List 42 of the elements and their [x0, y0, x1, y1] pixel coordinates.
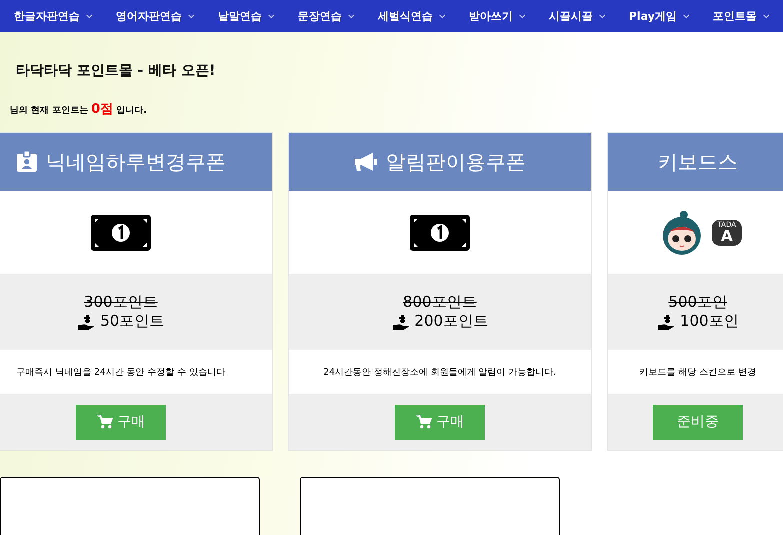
nav-menu-item[interactable]: 낱말연습 [218, 8, 275, 24]
nav-menu-item[interactable]: 포인트몰 [713, 8, 770, 24]
nav-menu-item[interactable]: 시끌시끌 [549, 8, 606, 24]
hand-dollar-icon [657, 314, 676, 330]
id-badge-icon [16, 151, 38, 173]
hand-dollar-icon [77, 314, 96, 330]
cart-icon [416, 415, 432, 429]
caret-icon [519, 14, 526, 18]
nav-menu-item[interactable]: 한글자판연습 [14, 8, 93, 24]
caret-icon [439, 14, 446, 18]
banknote-icon [91, 214, 151, 250]
nav-menu-item[interactable]: 받아쓰기 [469, 8, 526, 24]
nav-menu-item[interactable]: 영어자판연습 [116, 8, 195, 24]
caret-icon [268, 14, 275, 18]
original-price: 800포인트 [403, 293, 477, 312]
card-description: 구매즉시 닉네임을 24시간 동안 수정할 수 있습니다 [16, 366, 226, 378]
nav-menu-item[interactable]: 세벌식연습 [378, 8, 446, 24]
banknote-icon [410, 214, 470, 250]
original-price: 500포인 [668, 293, 728, 312]
caret-icon [599, 14, 606, 18]
caret-icon [348, 14, 355, 18]
nav-menu-item[interactable]: Play게임 [629, 8, 690, 24]
sale-price: 100포인 [680, 312, 739, 331]
hand-dollar-icon [392, 314, 410, 330]
card-description: 24시간동안 정해진장소에 회원들에게 알림이 가능합니다. [324, 366, 556, 378]
card-title: 키보드스 [658, 148, 738, 176]
caret-icon [763, 14, 770, 18]
nav-menu-item[interactable]: 문장연습 [298, 8, 355, 24]
caret-icon [86, 14, 93, 18]
cart-icon [96, 415, 112, 429]
sale-price: 200포인트 [414, 312, 488, 331]
card-title: 알림판이용쿠폰 [386, 148, 526, 176]
points-text: 님의 현재 포인트는 0점 입니다. [10, 101, 148, 118]
bubble-text: A [721, 228, 733, 244]
sale-price: 50포인트 [100, 312, 165, 331]
caret-icon [683, 14, 690, 18]
megaphone-icon [354, 152, 378, 172]
card-description: 키보드를 해당 스킨으로 변경 [640, 366, 756, 378]
original-price: 300포인트 [84, 293, 158, 312]
caret-icon [188, 14, 195, 18]
page-title: 타닥타닥 포인트몰 - 베타 오픈! [16, 62, 217, 81]
card-title: 닉네임하루변경쿠폰 [46, 148, 226, 176]
